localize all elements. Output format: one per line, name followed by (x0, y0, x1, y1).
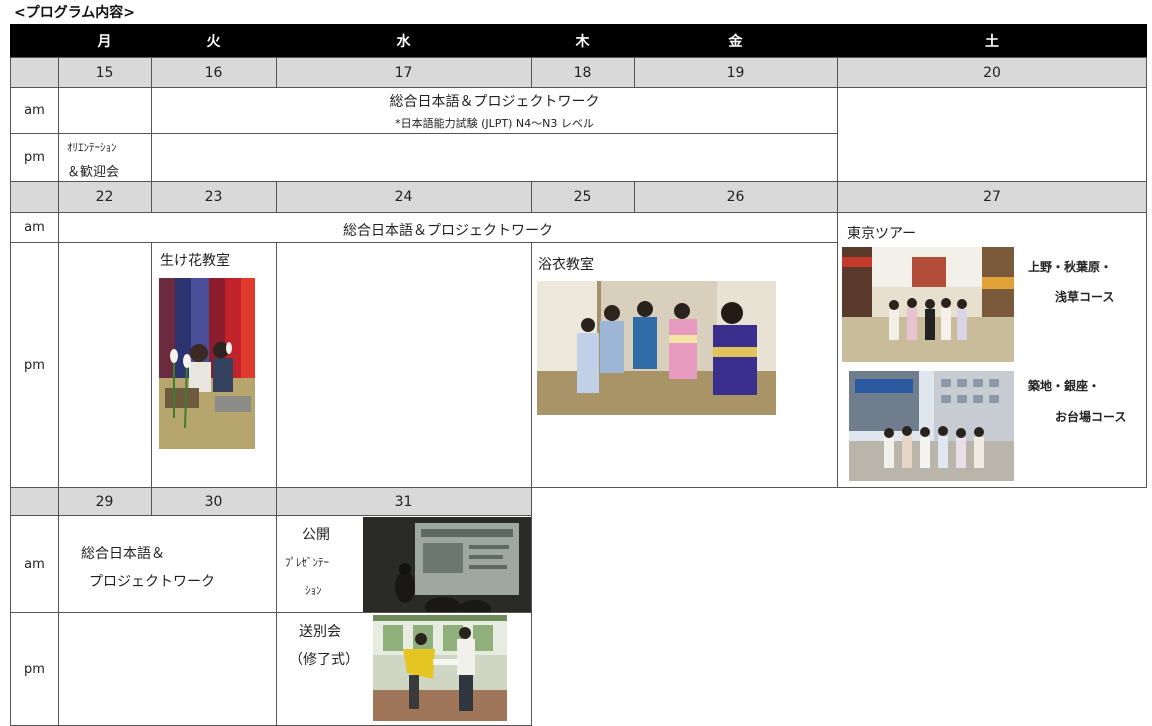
presentation-line3: ｼｮﾝ (305, 584, 322, 597)
presentation-photo (363, 517, 531, 612)
farewell-photo (373, 615, 507, 721)
yukata-label: 浴衣教室 (538, 257, 594, 273)
date-25: 25 (573, 189, 592, 205)
course2-line1: 築地・銀座・ (1028, 379, 1101, 393)
tsukiji-ginza-photo (849, 371, 1014, 481)
presentation-line2: ﾌﾟﾚｾﾞﾝﾃｰ (285, 556, 329, 569)
date-16: 16 (204, 64, 223, 81)
date-22: 22 (95, 189, 114, 205)
date-17: 17 (394, 64, 413, 81)
date-23: 23 (204, 189, 223, 205)
weekday-wed: 水 (276, 24, 531, 57)
week3-am-line2: プロジェクトワーク (89, 574, 215, 590)
farewell-line2: （修了式） (289, 652, 359, 668)
farewell-line1: 送別会 (299, 624, 341, 640)
date-30: 30 (204, 493, 223, 510)
date-24: 24 (394, 189, 413, 205)
weekday-sat: 土 (837, 24, 1147, 57)
orientation-label: ｵﾘｴﾝﾃｰｼｮﾝ (67, 141, 117, 154)
weekday-thu: 木 (531, 24, 634, 57)
course1-line2: 浅草コース (1055, 290, 1115, 304)
week1-am-label: am (10, 87, 59, 134)
week3-am-line1: 総合日本語＆ (81, 546, 165, 562)
date-20: 20 (983, 64, 1001, 81)
date-31: 31 (394, 493, 413, 510)
week1-mon-am (58, 87, 152, 134)
tokyo-tour-cell: 東京ツアー 上野・秋葉原・ 浅草コース 築地・銀座・ お台場コース (837, 212, 1147, 488)
week2-pm-label: pm (10, 242, 59, 488)
week2-am-class: 総合日本語＆プロジェクトワーク (58, 212, 838, 243)
weekday-tue: 火 (151, 24, 276, 57)
yukata-photo (537, 281, 776, 415)
ikebana-label: 生け花教室 (160, 253, 230, 269)
date-19: 19 (726, 64, 745, 81)
weekday-mon: 月 (58, 24, 151, 57)
week2-am-label: am (10, 212, 59, 243)
tokyo-tour-label: 東京ツアー (847, 226, 917, 242)
date-18: 18 (573, 64, 592, 81)
week3-pm-label: pm (10, 612, 59, 726)
date-27: 27 (983, 189, 1001, 205)
week1-sat-cell (837, 87, 1147, 182)
date-15: 15 (95, 64, 114, 81)
farewell-cell: 送別会 （修了式） (276, 612, 532, 726)
week1-pm-label: pm (10, 133, 59, 182)
week1-am-note: *日本語能力試験 (JLPT) N4〜N3 レベル (395, 117, 594, 130)
weekday-fri: 金 (634, 24, 837, 57)
week1-pm-rest (151, 133, 838, 182)
week1-am-class: 総合日本語＆プロジェクトワーク *日本語能力試験 (JLPT) N4〜N3 レベ… (151, 87, 838, 134)
presentation-line1: 公開 (302, 527, 330, 543)
week2-mon-pm (58, 242, 152, 488)
week3-am-label: am (10, 515, 59, 613)
week1-mon-pm: ｵﾘｴﾝﾃｰｼｮﾝ ＆歓迎会 (58, 133, 152, 182)
yukata-cell: 浴衣教室 (531, 242, 838, 488)
ikebana-cell: 生け花教室 (151, 242, 277, 488)
course1-line1: 上野・秋葉原・ (1028, 260, 1113, 274)
week2-am-main: 総合日本語＆プロジェクトワーク (343, 223, 553, 239)
welcome-party-label: ＆歓迎会 (67, 165, 120, 180)
week1-am-main: 総合日本語＆プロジェクトワーク (389, 94, 600, 110)
week3-pm-empty (58, 612, 277, 726)
ikebana-photo (159, 278, 255, 449)
date-29: 29 (95, 493, 114, 510)
week2-wed-pm (276, 242, 532, 488)
ueno-akihabara-photo (842, 247, 1014, 362)
presentation-cell: 公開 ﾌﾟﾚｾﾞﾝﾃｰ ｼｮﾝ (276, 515, 532, 613)
page-title: <プログラム内容> (14, 5, 136, 21)
date-26: 26 (726, 189, 745, 205)
week3-am-class: 総合日本語＆ プロジェクトワーク (58, 515, 277, 613)
course2-line2: お台場コース (1055, 410, 1127, 424)
